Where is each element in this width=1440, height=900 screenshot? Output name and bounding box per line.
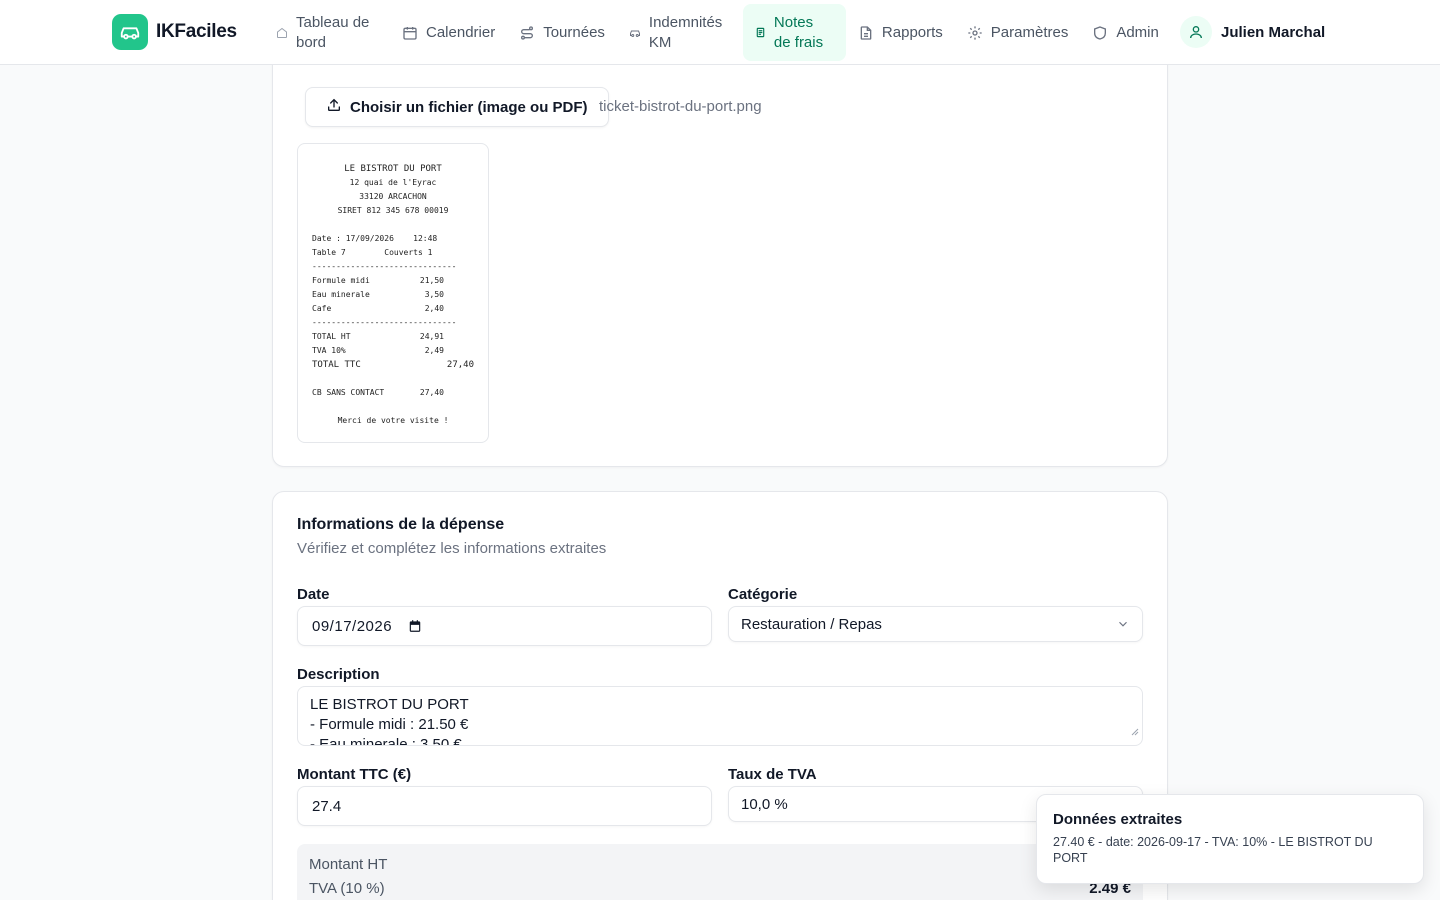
nav-label: Calendrier (426, 23, 496, 41)
description-line: - Formule midi : 21.50 € (310, 716, 469, 733)
ttc-label: Montant TTC (€) (297, 766, 412, 783)
app-name: IKFaciles (156, 21, 237, 42)
description-line: - Eau minerale : 3.50 € (310, 736, 462, 746)
receipt-line-value: 24,91 (419, 332, 444, 341)
category-select[interactable]: Restauration / Repas (728, 606, 1143, 642)
receipt-shop-name: LE BISTROT DU PORT (344, 164, 442, 174)
nav-settings[interactable]: Paramètres (955, 4, 1081, 61)
chevron-down-icon (1116, 617, 1130, 631)
nav-label: Rapports (881, 23, 943, 41)
nav-dashboard[interactable]: Tableau de bord (264, 4, 390, 61)
receipt-icon (755, 27, 766, 38)
extraction-toast[interactable]: Données extraites 27.40 € - date: 2026-0… (1036, 794, 1424, 884)
date-value: 09/17/2026 (312, 617, 393, 635)
calendar-picker-icon[interactable] (408, 619, 422, 633)
receipt-separator: ------------------------------ (312, 318, 457, 327)
section-subtitle: Vérifiez et complétez les informations e… (297, 540, 607, 557)
file-text-icon (858, 25, 874, 41)
receipt-siret: SIRET 812 345 678 00019 (337, 206, 449, 215)
ttc-amount-input[interactable]: 27.4 (297, 786, 712, 826)
nav-label: Tableau de bord (296, 13, 370, 51)
user-name: Julien Marchal (1221, 23, 1326, 41)
nav-label: Paramètres (990, 23, 1069, 41)
nav-km-allowances[interactable]: Indemnités KM (617, 4, 743, 61)
nav-tours[interactable]: Tournées (507, 4, 617, 61)
receipt-line-label: Cafe (312, 304, 332, 313)
toast-title: Données extraites (1053, 811, 1183, 828)
user-menu[interactable]: Julien Marchal (1180, 16, 1325, 48)
description-line: LE BISTROT DU PORT (310, 696, 469, 713)
tva-amount-label: TVA (10 %) (309, 880, 385, 897)
category-value: Restauration / Repas (741, 615, 882, 633)
selected-file-name: ticket-bistrot-du-port.png (599, 98, 762, 115)
main-nav: Tableau de bord Calendrier Tournées Inde… (264, 4, 1171, 61)
receipt-line: Eau minerale 3,50 (312, 288, 474, 302)
car-icon (629, 27, 641, 39)
nav-calendar[interactable]: Calendrier (390, 4, 507, 61)
receipt-line: Cafe 2,40 (312, 302, 474, 316)
receipt-line: Formule midi 21,50 (312, 274, 474, 288)
receipt-line-value: 2,49 (424, 346, 444, 355)
receipt-preview: LE BISTROT DU PORT 12 quai de l'Eyrac 33… (297, 143, 489, 443)
receipt-total-ttc: TOTAL TTC 27,40 (312, 358, 474, 372)
receipt-payment: CB SANS CONTACT 27,40 (312, 386, 474, 400)
tva-rate-label: Taux de TVA (728, 766, 817, 783)
receipt-line-label: TOTAL TTC (312, 360, 361, 370)
receipt-line-value: 27,40 (446, 360, 474, 370)
car-logo-icon (112, 14, 148, 50)
home-icon (276, 27, 288, 39)
receipt-line-label: CB SANS CONTACT (312, 388, 385, 397)
expense-info-card: Informations de la dépense Vérifiez et c… (272, 491, 1168, 900)
nav-admin[interactable]: Admin (1080, 4, 1171, 61)
receipt-footer: Merci de votre visite ! (337, 416, 449, 425)
toast-message: 27.40 € - date: 2026-09-17 - TVA: 10% - … (1053, 835, 1373, 865)
description-label: Description (297, 666, 380, 683)
ttc-value: 27.4 (312, 797, 342, 815)
receipt-address: 12 quai de l'Eyrac (349, 178, 437, 187)
calendar-icon (402, 25, 418, 41)
receipt-line-value: 2,40 (424, 304, 444, 313)
nav-expense-notes[interactable]: Notes de frais (742, 4, 846, 61)
receipt-line-label: Eau minerale (312, 290, 370, 299)
nav-label: Admin (1116, 23, 1159, 41)
user-icon (1180, 16, 1212, 48)
tva-rate-value: 10,0 % (741, 795, 788, 813)
section-title: Informations de la dépense (297, 516, 505, 533)
nav-label: Notes de frais (773, 13, 824, 51)
receipt-line-label: TVA 10% (312, 346, 346, 355)
shield-icon (1092, 25, 1108, 41)
receipt-table: Table 7 Couverts 1 (312, 248, 433, 257)
receipt-separator: ------------------------------ (312, 262, 457, 271)
gear-icon (967, 25, 983, 41)
top-navbar: IKFaciles Tableau de bord Calendrier Tou… (0, 0, 1440, 65)
choose-file-button[interactable]: Choisir un fichier (image ou PDF) (305, 87, 609, 127)
receipt-line-value: 27,40 (419, 388, 444, 397)
receipt-city: 33120 ARCACHON (359, 192, 427, 201)
nav-reports[interactable]: Rapports (846, 4, 955, 61)
receipt-line-value: 21,50 (419, 276, 444, 285)
receipt-line-label: Formule midi (312, 276, 370, 285)
nav-label: Indemnités KM (648, 13, 723, 51)
category-label: Catégorie (728, 586, 798, 603)
receipt-upload-card: Choisir un fichier (image ou PDF) ticket… (272, 40, 1168, 467)
route-icon (519, 25, 535, 41)
ht-label: Montant HT (309, 856, 388, 873)
receipt-line-value: 3,50 (424, 290, 444, 299)
description-textarea[interactable]: LE BISTROT DU PORT - Formule midi : 21.5… (297, 686, 1143, 746)
date-label: Date (297, 586, 330, 603)
upload-icon (326, 97, 342, 117)
date-input[interactable]: 09/17/2026 (297, 606, 712, 646)
app-logo[interactable]: IKFaciles (112, 14, 237, 50)
amount-summary: Montant HT TVA (10 %) 2.49 € (297, 844, 1143, 900)
choose-file-label: Choisir un fichier (image ou PDF) (350, 98, 588, 116)
nav-label: Tournées (543, 23, 605, 41)
receipt-tva: TVA 10% 2,49 (312, 344, 474, 358)
receipt-line-label: TOTAL HT (312, 332, 351, 341)
receipt-date: Date : 17/09/2026 12:48 (312, 234, 438, 243)
resize-handle-icon[interactable] (1131, 722, 1139, 742)
receipt-total-ht: TOTAL HT 24,91 (312, 330, 474, 344)
